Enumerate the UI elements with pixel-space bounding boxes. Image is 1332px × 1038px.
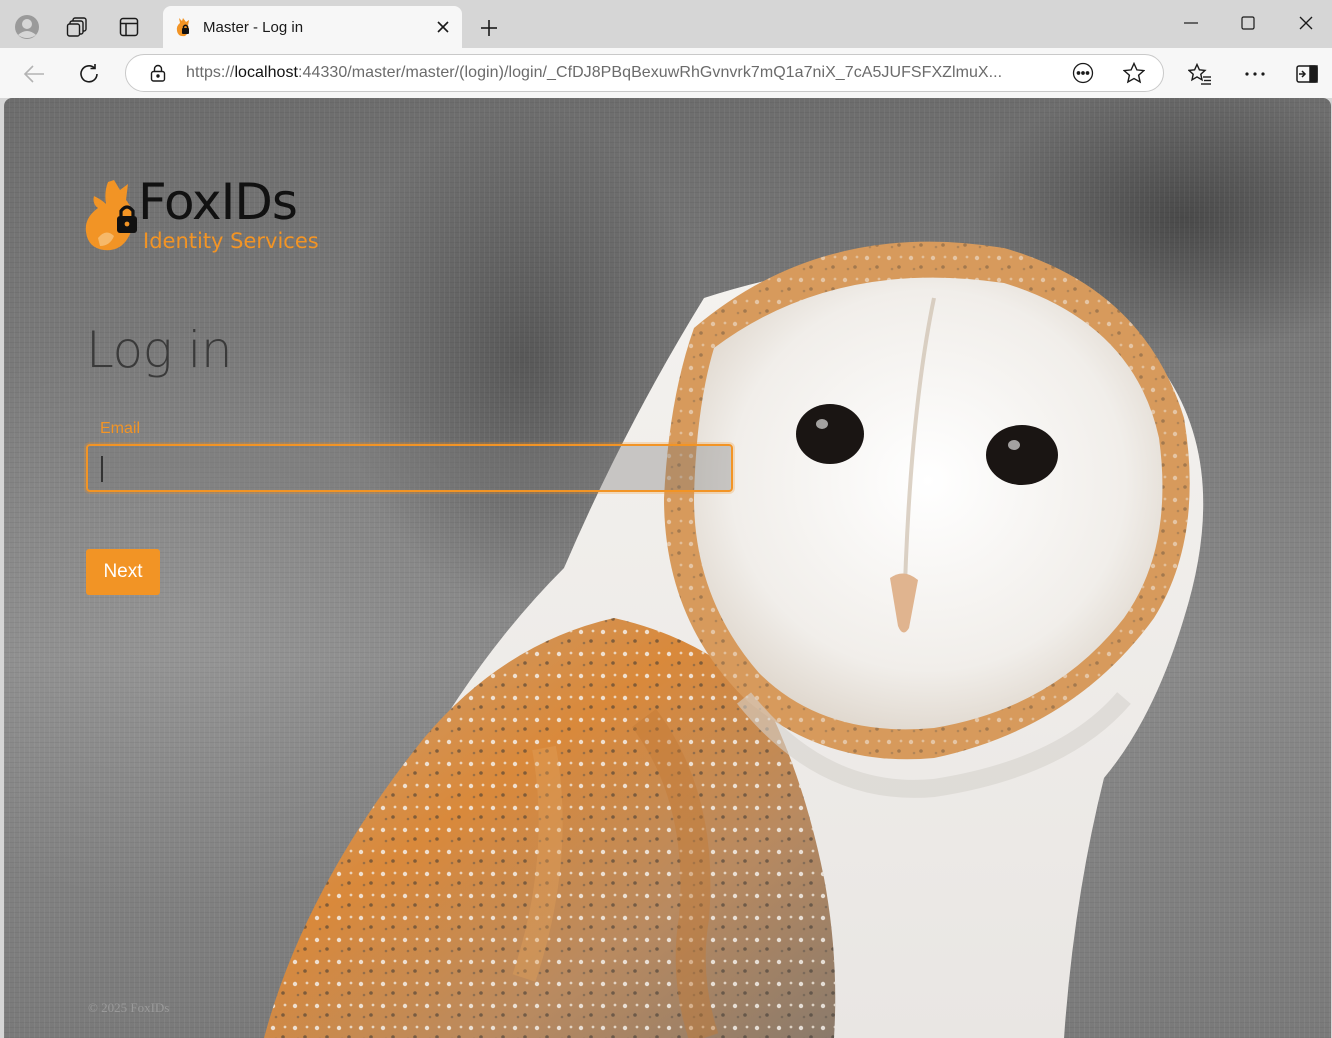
brand-subtitle: Identity Services bbox=[143, 229, 319, 253]
favorite-star-icon[interactable] bbox=[1119, 58, 1149, 88]
email-field[interactable] bbox=[86, 444, 733, 492]
reading-more-icon[interactable] bbox=[1068, 58, 1098, 88]
maximize-icon[interactable] bbox=[1219, 6, 1277, 40]
tab-title: Master - Log in bbox=[203, 18, 304, 36]
favorites-icon[interactable] bbox=[1182, 56, 1218, 92]
text-caret bbox=[101, 456, 103, 482]
favicon-icon bbox=[176, 18, 189, 37]
navigation-bar: https://localhost:44330/master/master/(l… bbox=[0, 48, 1332, 98]
page-viewport: FoxIDs Identity Services Log in Email Ne… bbox=[4, 98, 1331, 1038]
new-tab-icon[interactable] bbox=[473, 12, 505, 44]
lock-icon[interactable] bbox=[143, 64, 173, 82]
minimize-icon[interactable] bbox=[1162, 6, 1220, 40]
brand-logo: FoxIDs Identity Services bbox=[84, 174, 324, 258]
close-window-icon[interactable] bbox=[1277, 6, 1332, 40]
email-label: Email bbox=[100, 420, 141, 437]
tab-close-icon[interactable] bbox=[428, 12, 458, 42]
back-icon[interactable] bbox=[16, 56, 52, 92]
address-bar[interactable]: https://localhost:44330/master/master/(l… bbox=[125, 54, 1164, 92]
footer-copyright: © 2025 FoxIDs bbox=[88, 1000, 170, 1015]
next-button[interactable]: Next bbox=[86, 549, 160, 595]
url-text: https://localhost:44330/master/master/(l… bbox=[186, 64, 1003, 81]
brand-name: FoxIDs bbox=[138, 173, 298, 231]
tab-actions-icon[interactable] bbox=[112, 10, 146, 44]
workspaces-icon[interactable] bbox=[60, 10, 94, 44]
tab-strip: Master - Log in bbox=[0, 0, 1332, 48]
profile-icon[interactable] bbox=[10, 10, 44, 44]
sidebar-toggle-icon[interactable] bbox=[1289, 56, 1325, 92]
refresh-icon[interactable] bbox=[71, 56, 107, 92]
fox-logo-icon bbox=[85, 180, 137, 251]
more-options-icon[interactable] bbox=[1237, 56, 1273, 92]
tab-active[interactable]: Master - Log in bbox=[163, 6, 462, 48]
page-title: Log in bbox=[86, 321, 233, 379]
